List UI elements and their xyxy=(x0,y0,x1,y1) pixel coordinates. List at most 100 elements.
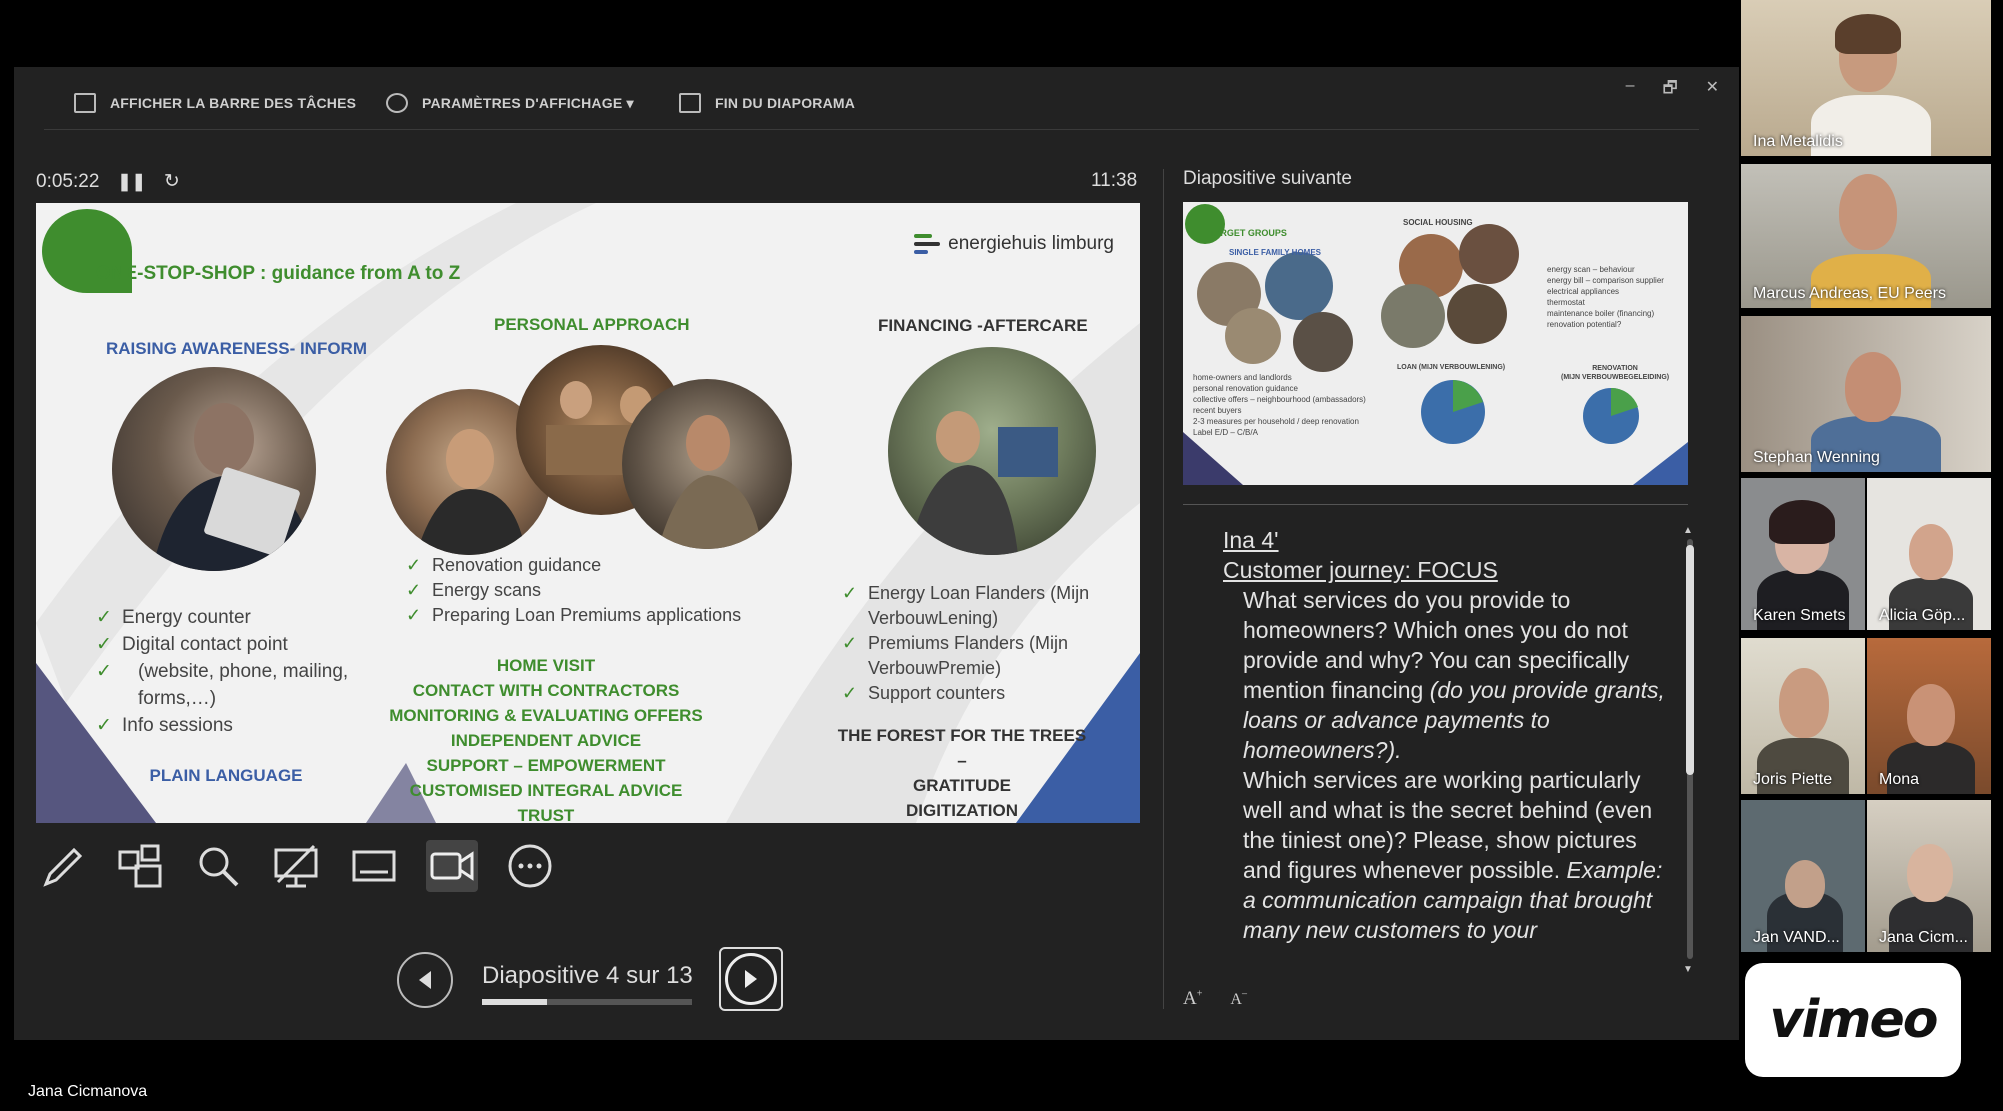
toolbar-divider xyxy=(44,129,1699,130)
screen-slash-icon xyxy=(274,844,318,888)
progress-fill xyxy=(482,999,548,1005)
end-slideshow-button[interactable]: FIN DU DIAPORAMA xyxy=(679,93,855,113)
notes-bullet-1: What services do you provide to homeowne… xyxy=(1223,585,1673,765)
black-screen-button[interactable] xyxy=(270,840,322,892)
slide-progress xyxy=(482,999,692,1005)
end-slideshow-label: FIN DU DIAPORAMA xyxy=(715,95,856,111)
participant-name: Ina Metalidis xyxy=(1753,133,1843,150)
col1-bullet: Digital contact point xyxy=(96,631,396,658)
grid-icon xyxy=(118,844,162,888)
ns-list-left: home-owners and landlords personal renova… xyxy=(1193,373,1366,437)
awareness-photo xyxy=(112,367,316,571)
restore-icon[interactable]: 🗗 xyxy=(1663,77,1678,104)
camera-toggle-button[interactable] xyxy=(426,840,478,892)
prev-arrow-icon xyxy=(419,971,431,989)
increase-font-button[interactable]: A+ xyxy=(1183,988,1202,1010)
pen-tool-button[interactable] xyxy=(36,840,88,892)
col2-heading: PERSONAL APPROACH xyxy=(494,315,690,334)
col2-bullets: Renovation guidance Energy scans Prepari… xyxy=(406,553,826,628)
end-slideshow-icon xyxy=(679,93,701,113)
next-circle xyxy=(725,953,777,1005)
slide-tools xyxy=(36,840,556,892)
more-icon xyxy=(508,844,552,888)
notes-line-2: Customer journey: FOCUS xyxy=(1223,557,1498,583)
close-icon[interactable]: ✕ xyxy=(1706,77,1719,104)
col1-heading: RAISING AWARENESS- INFORM xyxy=(106,339,367,358)
notes-divider xyxy=(1183,504,1688,505)
ns-target-groups: TARGET GROUPS xyxy=(1209,228,1287,238)
col1-bullets: Energy counter Digital contact point (we… xyxy=(96,604,396,739)
col2-caps-line: TRUST xyxy=(517,806,575,823)
participant-tile[interactable]: Stephan Wenning xyxy=(1741,316,1991,472)
subtitles-icon xyxy=(352,850,396,882)
scroll-up-icon[interactable]: ▲ xyxy=(1683,525,1693,536)
display-settings-label: PARAMÈTRES D'AFFICHAGE ▾ xyxy=(422,94,634,111)
show-taskbar-button[interactable]: AFFICHER LA BARRE DES TÂCHES xyxy=(74,93,356,113)
reset-timer-icon[interactable]: ↻ xyxy=(164,170,180,193)
current-slide: ONE-STOP-SHOP : guidance from A to Z ene… xyxy=(36,203,1140,823)
col3-heading: FINANCING -AFTERCARE xyxy=(878,316,1088,335)
participant-name: Mona xyxy=(1879,771,1920,788)
subtitles-button[interactable] xyxy=(348,840,400,892)
col3-caps-line: THE FOREST FOR THE TREES – xyxy=(837,726,1087,770)
participant-tile[interactable]: Karen Smets xyxy=(1741,478,1865,630)
presenter-view: AFFICHER LA BARRE DES TÂCHES PARAMÈTRES … xyxy=(14,67,1739,1040)
scroll-thumb[interactable] xyxy=(1686,545,1694,775)
notes-scrollbar[interactable]: ▲ ▼ xyxy=(1683,525,1697,975)
next-slide-button[interactable] xyxy=(719,947,783,1011)
participant-name: Jana Cicm... xyxy=(1879,929,1968,946)
col2-caps-line: SUPPORT – EMPOWERMENT xyxy=(426,756,666,775)
display-settings-button[interactable]: PARAMÈTRES D'AFFICHAGE ▾ xyxy=(386,93,634,113)
participant-name: Stephan Wenning xyxy=(1753,449,1880,466)
elapsed-time: 0:05:22 xyxy=(36,170,100,192)
col2-caps-line: MONITORING & EVALUATING OFFERS xyxy=(389,706,703,725)
col1-bullet: Energy counter xyxy=(96,604,396,631)
taskbar-icon xyxy=(74,93,96,113)
slide-counter: Diapositive 4 sur 13 xyxy=(482,962,693,989)
col3-bullet: Support counters xyxy=(842,681,1112,706)
screen: AFFICHER LA BARRE DES TÂCHES PARAMÈTRES … xyxy=(0,0,2003,1111)
col2-caps-line: CUSTOMISED INTEGRAL ADVICE xyxy=(409,781,683,800)
participant-name: Joris Piette xyxy=(1753,771,1833,788)
participant-tile[interactable]: Marcus Andreas, EU Peers xyxy=(1741,164,1991,308)
see-all-slides-button[interactable] xyxy=(114,840,166,892)
participant-tile[interactable]: Jana Cicm... xyxy=(1867,800,1991,952)
next-slide-preview[interactable]: TARGET GROUPS SINGLE FAMILY HOMES SOCIAL… xyxy=(1183,202,1688,485)
participant-tile[interactable]: Joris Piette xyxy=(1741,638,1865,794)
participant-tile[interactable]: Alicia Göp... xyxy=(1867,478,1991,630)
participant-tile[interactable]: Mona xyxy=(1867,638,1991,794)
participant-tile[interactable]: Ina Metalidis xyxy=(1741,0,1991,156)
next-slide-label: Diapositive suivante xyxy=(1183,168,1352,189)
col2-bullet: Renovation guidance xyxy=(406,553,826,578)
vimeo-logo: vimeo xyxy=(1745,963,1961,1077)
notes-font-buttons: A+ A– xyxy=(1183,988,1247,1010)
clock: 11:38 xyxy=(1091,170,1138,191)
col2-caps-line: CONTACT WITH CONTRACTORS xyxy=(412,681,680,700)
pause-icon[interactable]: ❚❚ xyxy=(117,172,146,192)
brand-mark-icon xyxy=(914,234,941,254)
brand-name: energiehuis limburg xyxy=(948,233,1114,254)
decrease-font-button[interactable]: A– xyxy=(1230,988,1247,1010)
slide-title: ONE-STOP-SHOP : guidance from A to Z xyxy=(96,263,461,284)
col2-bullet: Preparing Loan Premiums applications xyxy=(406,603,826,628)
display-settings-icon xyxy=(386,93,408,113)
participant-tile[interactable]: Jan VAND... xyxy=(1741,800,1865,952)
col1-bullet: Info sessions xyxy=(96,712,396,739)
previous-slide-button[interactable] xyxy=(397,952,453,1008)
col3-caps-line: GRATITUDE xyxy=(913,776,1011,795)
timer: 0:05:22 ❚❚ ↻ xyxy=(36,170,180,193)
ns-social-housing: SOCIAL HOUSING xyxy=(1403,218,1473,227)
col3-bullets: Energy Loan Flanders (Mijn VerbouwLening… xyxy=(842,581,1112,706)
more-options-button[interactable] xyxy=(504,840,556,892)
speaker-notes[interactable]: Ina 4' Customer journey: FOCUS What serv… xyxy=(1223,525,1673,995)
zoom-button[interactable] xyxy=(192,840,244,892)
personal-photo-3 xyxy=(622,379,792,549)
col1-bullet-cont: (website, phone, mailing, forms,…) xyxy=(96,658,396,712)
show-taskbar-label: AFFICHER LA BARRE DES TÂCHES xyxy=(110,95,357,111)
participant-name: Alicia Göp... xyxy=(1879,607,1966,624)
brand-logo: energiehuis limburg xyxy=(914,233,1114,255)
col3-bullet: Energy Loan Flanders (Mijn VerbouwLening… xyxy=(842,581,1112,631)
minimize-icon[interactable]: – xyxy=(1626,77,1635,104)
scroll-down-icon[interactable]: ▼ xyxy=(1683,964,1693,975)
col1-footer: PLAIN LANGUAGE xyxy=(149,766,303,785)
